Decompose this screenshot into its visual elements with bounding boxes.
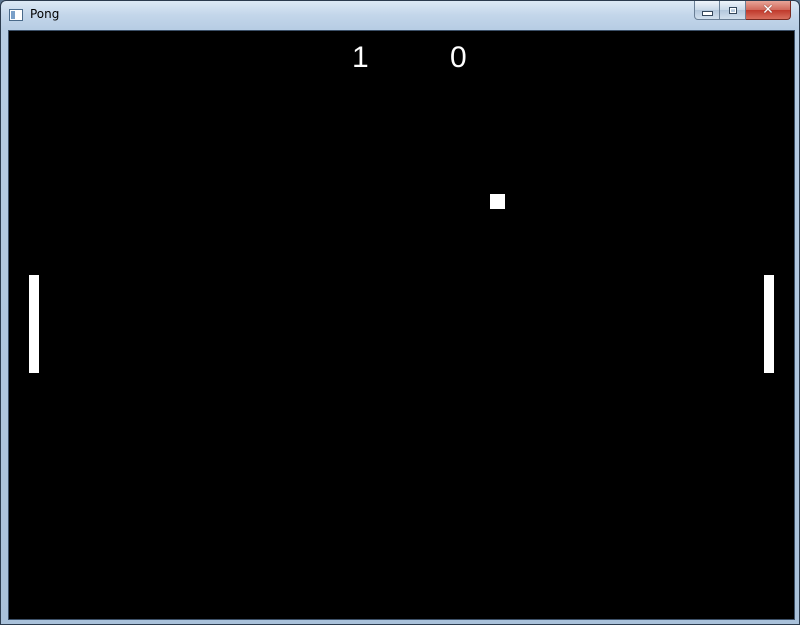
maximize-icon [728,6,737,14]
right-paddle [764,275,774,373]
score-right: 0 [450,41,467,74]
ball [490,194,505,209]
score-left: 1 [352,41,369,74]
minimize-button[interactable] [694,1,720,20]
game-canvas[interactable]: 1 0 [8,30,795,620]
app-window-icon[interactable] [9,9,23,21]
maximize-button[interactable] [720,1,746,20]
close-button[interactable]: ✕ [746,1,791,20]
left-paddle [29,275,39,373]
app-window: Pong ✕ 1 0 [0,0,800,625]
minimize-icon [701,10,713,16]
title-bar[interactable]: Pong ✕ [1,1,799,29]
close-icon: ✕ [762,2,774,18]
window-title: Pong [30,7,60,21]
